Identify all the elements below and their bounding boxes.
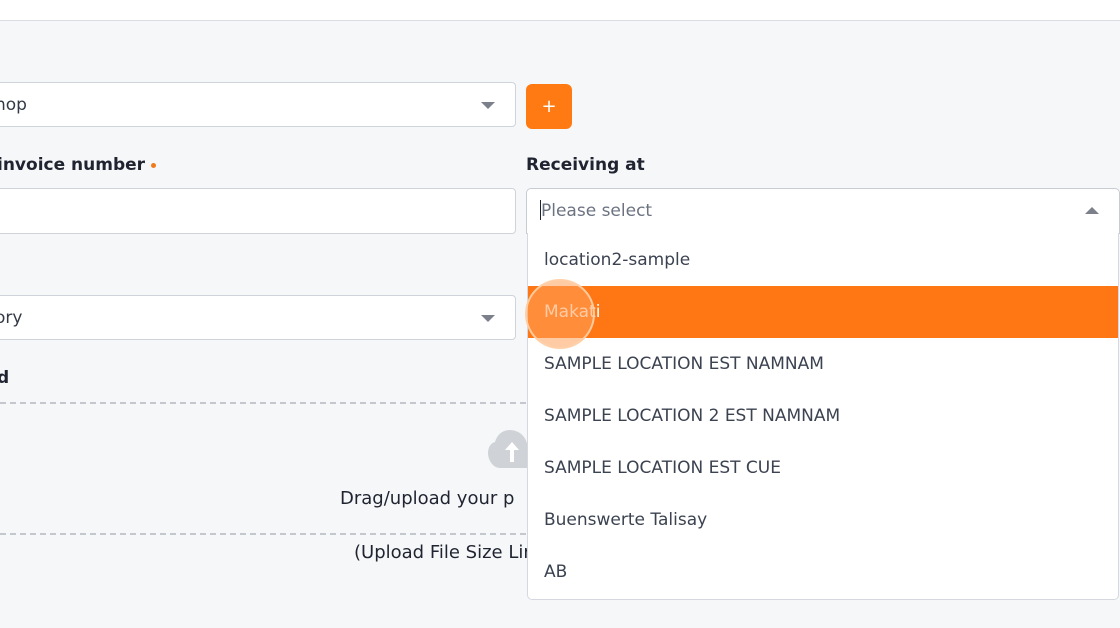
upload-limit-text: (Upload File Size Lin [354, 542, 535, 563]
chevron-up-icon [1085, 207, 1099, 214]
supplier-select[interactable]: hop [0, 82, 516, 127]
top-bar [0, 0, 1120, 21]
dropdown-option[interactable]: SAMPLE LOCATION 2 EST NAMNAM [528, 390, 1118, 442]
receiving-at-label: Receiving at [526, 155, 645, 175]
add-supplier-button[interactable]: + [526, 84, 572, 129]
category-value: ory [0, 307, 23, 328]
invoice-number-input[interactable] [0, 188, 516, 234]
receiving-at-select[interactable]: Please select [526, 188, 1120, 234]
cloud-upload-icon[interactable] [488, 428, 528, 474]
required-indicator [151, 162, 157, 168]
invoice-number-label-text: invoice number [0, 155, 146, 175]
receiving-at-dropdown: location2-sample Makati SAMPLE LOCATION … [527, 233, 1119, 600]
dropdown-option-highlighted[interactable]: Makati [528, 286, 1118, 338]
upload-label-partial: d [0, 368, 10, 388]
chevron-down-icon [481, 101, 495, 109]
upload-drag-text: Drag/upload your p [340, 488, 515, 509]
category-select[interactable]: ory [0, 295, 516, 340]
invoice-number-label: invoice number [0, 155, 157, 175]
text-cursor [540, 200, 541, 220]
receiving-at-placeholder: Please select [541, 201, 653, 221]
dropdown-option[interactable]: SAMPLE LOCATION EST NAMNAM [528, 338, 1118, 390]
dropdown-option[interactable]: Buenswerte Talisay [528, 494, 1118, 546]
dropdown-option[interactable]: SAMPLE LOCATION EST CUE [528, 442, 1118, 494]
supplier-value: hop [0, 94, 27, 115]
dropdown-option[interactable]: location2-sample [528, 234, 1118, 286]
dropdown-option[interactable]: AB [528, 546, 1118, 598]
upload-area-top-border [0, 402, 526, 404]
chevron-down-icon [481, 314, 495, 322]
upload-area-bottom-border [0, 533, 526, 535]
